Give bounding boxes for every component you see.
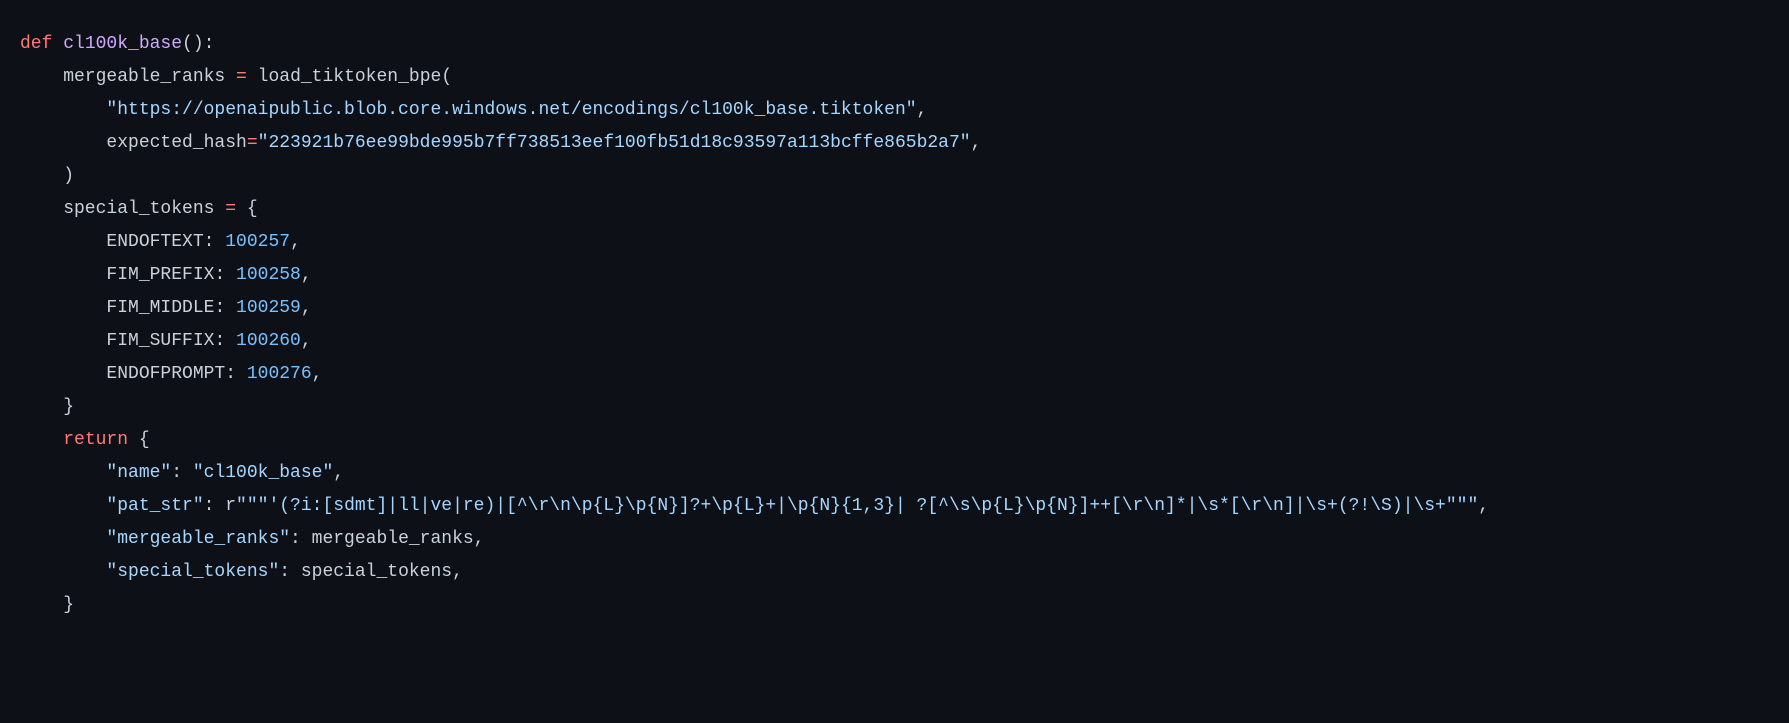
keyword-def: def xyxy=(20,34,52,54)
const-name: ENDOFTEXT xyxy=(20,232,204,252)
string-literal: "pat_str" xyxy=(20,496,204,516)
punct: , xyxy=(290,232,301,252)
string-literal: "https://openaipublic.blob.core.windows.… xyxy=(20,100,917,120)
string-literal: "223921b76ee99bde995b7ff738513eef100fb51… xyxy=(258,133,971,153)
string-literal: "name" xyxy=(20,463,171,483)
code-block: def cl100k_base(): mergeable_ranks = loa… xyxy=(0,0,1789,650)
code-text: special_tokens xyxy=(20,199,225,219)
number-literal: 100276 xyxy=(247,364,312,384)
string-literal: "cl100k_base" xyxy=(193,463,333,483)
punct: , xyxy=(301,298,312,318)
code-text: } xyxy=(20,397,74,417)
number-literal: 100259 xyxy=(236,298,301,318)
const-name: FIM_PREFIX xyxy=(20,265,214,285)
punct: , xyxy=(301,331,312,351)
code-text: ) xyxy=(20,166,74,186)
number-literal: 100257 xyxy=(225,232,290,252)
number-literal: 100260 xyxy=(236,331,301,351)
punct: , xyxy=(333,463,344,483)
punct: , xyxy=(312,364,323,384)
string-literal: """'(?i:[sdmt]|ll|ve|re)|[^\r\n\p{L}\p{N… xyxy=(236,496,1478,516)
punct: : xyxy=(171,463,193,483)
punct: : xyxy=(214,265,236,285)
keyword-return: return xyxy=(63,430,128,450)
const-name: FIM_MIDDLE xyxy=(20,298,214,318)
code-text: expected_hash xyxy=(20,133,247,153)
punct: : xyxy=(204,232,226,252)
operator: = xyxy=(247,133,258,153)
const-name: FIM_SUFFIX xyxy=(20,331,214,351)
function-name: cl100k_base xyxy=(63,34,182,54)
punct: , xyxy=(301,265,312,285)
string-literal: "special_tokens" xyxy=(20,562,279,582)
number-literal: 100258 xyxy=(236,265,301,285)
code-text: { xyxy=(236,199,258,219)
punct: : xyxy=(225,364,247,384)
const-name: ENDOFPROMPT xyxy=(20,364,225,384)
punct: , xyxy=(971,133,982,153)
code-text: } xyxy=(20,595,74,615)
punct: , xyxy=(1478,496,1489,516)
code-text xyxy=(20,430,63,450)
code-text: load_tiktoken_bpe( xyxy=(247,67,452,87)
code-text: : mergeable_ranks, xyxy=(290,529,484,549)
punct: : xyxy=(214,298,236,318)
code-text: mergeable_ranks xyxy=(20,67,236,87)
paren: (): xyxy=(182,34,214,54)
string-literal: "mergeable_ranks" xyxy=(20,529,290,549)
punct: , xyxy=(917,100,928,120)
punct: : xyxy=(214,331,236,351)
operator: = xyxy=(236,67,247,87)
code-text: : r xyxy=(204,496,236,516)
code-text: : special_tokens, xyxy=(279,562,463,582)
code-text: { xyxy=(128,430,150,450)
operator: = xyxy=(225,199,236,219)
